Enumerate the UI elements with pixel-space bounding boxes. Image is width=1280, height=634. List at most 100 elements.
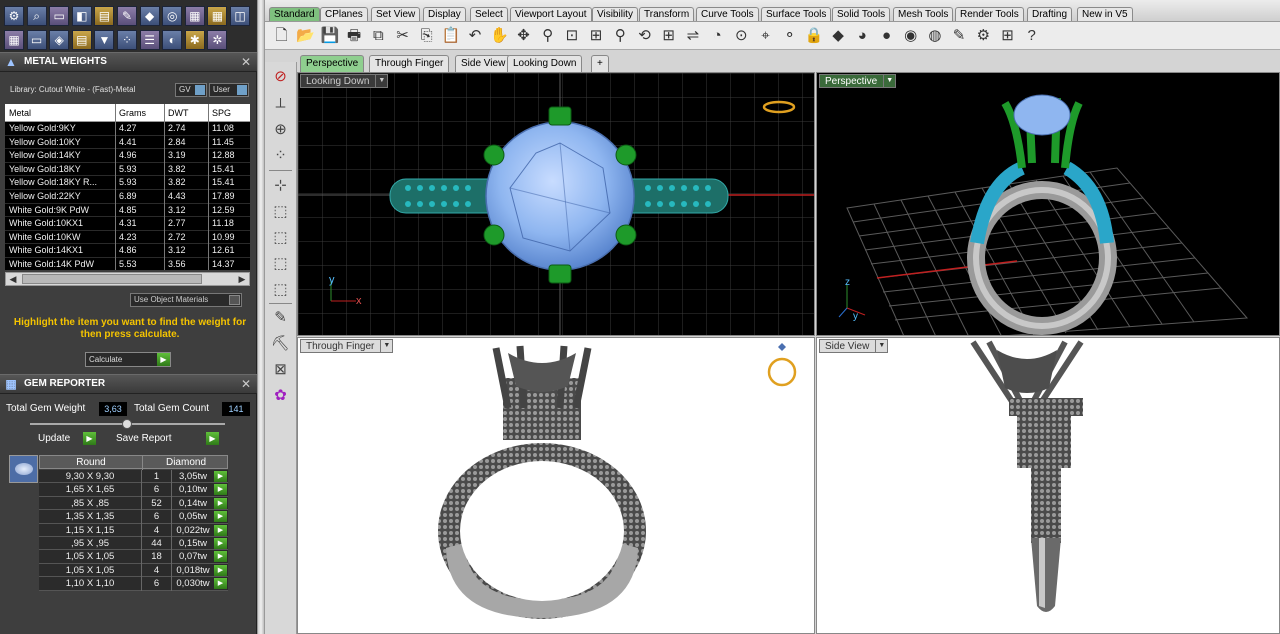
star2-icon[interactable]: ✲ — [207, 30, 228, 50]
star-icon[interactable]: ✱ — [184, 30, 205, 50]
play-icon[interactable]: ▶ — [214, 578, 227, 590]
zoom-window-icon[interactable]: ⊡ — [561, 25, 582, 46]
play-icon[interactable]: ▶ — [214, 497, 227, 509]
gem-row[interactable]: 1,10 X 1,10 6 0,030tw ▶ — [39, 577, 228, 591]
grid-icon[interactable]: ⊞ — [997, 25, 1018, 46]
settings-icon[interactable]: ⚙ — [973, 25, 994, 46]
stone-icon[interactable]: ◐ — [162, 30, 183, 50]
pan-icon[interactable]: ✋ — [489, 25, 510, 46]
toolbar-tab[interactable]: Surface Tools — [761, 7, 832, 21]
gem-row[interactable]: 1,35 X 1,35 6 0,05tw ▶ — [39, 510, 228, 524]
toolbar-tab[interactable]: Drafting — [1027, 7, 1073, 21]
play-icon[interactable]: ▶ — [157, 353, 170, 366]
zoom-selected-icon[interactable]: ⚲ — [610, 25, 631, 46]
ring-icon[interactable]: ◎ — [162, 6, 183, 26]
move-icon[interactable]: ✥ — [513, 25, 534, 46]
toolbar-tab[interactable]: Display — [423, 7, 466, 21]
toolbar-tab[interactable]: CPlanes — [320, 7, 368, 21]
gem-row[interactable]: ,95 X ,95 44 0,15tw ▶ — [39, 537, 228, 551]
scatter-icon[interactable]: ⁘ — [117, 30, 137, 50]
toolbar-tab[interactable]: New in V5 — [1077, 7, 1133, 21]
export-icon[interactable]: ⧉ — [368, 25, 389, 46]
viewport-label-looking-down[interactable]: Looking Down ▼ — [300, 74, 389, 88]
box2-icon[interactable]: ⬚ — [269, 227, 292, 249]
close-icon[interactable]: ✕ — [241, 375, 251, 393]
viewport-tab[interactable]: Side View — [455, 55, 512, 72]
search-icon[interactable]: ⌕ — [26, 6, 47, 26]
table-row[interactable]: Yellow Gold:18KY 5.93 3.82 15.41 — [5, 162, 250, 177]
grid-icon[interactable]: ▦ — [4, 30, 24, 50]
undo-icon[interactable]: ↶ — [465, 25, 486, 46]
pencil-icon[interactable]: ✎ — [949, 25, 970, 46]
axis-icon[interactable]: ⊹ — [269, 175, 292, 197]
play-icon[interactable]: ▶ — [214, 564, 227, 576]
table-row[interactable]: White Gold:10KX1 4.31 2.77 11.18 — [5, 217, 250, 231]
osnap-icon[interactable]: ⊙ — [731, 25, 752, 46]
table-row[interactable]: Yellow Gold:14KY 4.96 3.19 12.88 — [5, 149, 250, 163]
frame-icon[interactable]: ⊠ — [269, 359, 292, 381]
viewport-tab[interactable]: Perspective — [300, 55, 365, 72]
print-icon[interactable]: 🖶 — [344, 25, 365, 46]
dropdown-icon[interactable]: ▼ — [375, 75, 387, 87]
gem-row[interactable]: 1,65 X 1,65 6 0,10tw ▶ — [39, 483, 228, 497]
gem-shape-icon[interactable] — [9, 455, 38, 483]
edit-icon[interactable]: ✎ — [117, 6, 137, 26]
pane-icon[interactable]: ▭ — [26, 30, 47, 50]
play-icon[interactable]: ▶ — [214, 551, 227, 563]
box-icon[interactable]: ◧ — [71, 6, 92, 26]
viewport-tab[interactable]: Looking Down — [507, 55, 583, 72]
light-icon[interactable]: ⚬ — [779, 25, 800, 46]
layers2-icon[interactable]: ▤ — [71, 30, 92, 50]
toolbar-tab[interactable]: Transform — [639, 7, 695, 21]
table-row[interactable]: Yellow Gold:9KY 4.27 2.74 11.08 — [5, 122, 250, 136]
table-scrollbar[interactable]: ◀ ▶ — [5, 272, 250, 286]
use-object-materials-toggle[interactable]: Use Object Materials — [130, 293, 242, 307]
viewport-looking-down[interactable]: y x Looking Down ▼ — [297, 72, 815, 336]
help-icon[interactable]: ? — [1021, 25, 1042, 46]
scatter-icon[interactable]: ⁘ — [269, 145, 292, 167]
viewport-label-side-view[interactable]: Side View ▼ — [819, 339, 889, 353]
list-icon[interactable]: ☰ — [139, 30, 160, 50]
funnel-icon[interactable]: ▼ — [94, 30, 115, 50]
zoom-icon[interactable]: ⚲ — [537, 25, 558, 46]
cut-icon[interactable]: ✂ — [392, 25, 413, 46]
play-icon[interactable]: ▶ — [214, 484, 227, 496]
frame-icon[interactable]: ▦ — [207, 6, 228, 26]
viewport-tab[interactable]: Through Finger — [369, 55, 450, 72]
gem-row[interactable]: ,85 X ,85 52 0,14tw ▶ — [39, 496, 228, 511]
gem-row[interactable]: 1,15 X 1,15 4 0,022tw ▶ — [39, 523, 228, 537]
table-row[interactable]: White Gold:10KW 4.23 2.72 10.99 — [5, 230, 250, 245]
open-icon[interactable]: 📂 — [295, 25, 316, 46]
paste-icon[interactable]: 📋 — [440, 25, 461, 46]
toolbar-tab[interactable]: Viewport Layout — [510, 7, 592, 21]
add-viewport-icon[interactable]: + — [591, 55, 609, 72]
dropdown-icon[interactable]: ▼ — [380, 340, 392, 352]
gv-toggle[interactable]: GV — [175, 83, 207, 97]
gem-row[interactable]: 9,30 X 9,30 1 3,05tw ▶ — [39, 470, 228, 484]
table-row[interactable]: Yellow Gold:22KY 6.89 4.43 17.89 — [5, 190, 250, 204]
table-row[interactable]: Yellow Gold:10KY 4.41 2.84 11.45 — [5, 135, 250, 150]
layout-icon[interactable]: ⊞ — [658, 25, 679, 46]
viewport-perspective[interactable]: z y Perspective ▼ — [816, 72, 1280, 336]
viewport-side-view[interactable]: Side View ▼ — [816, 337, 1280, 634]
play-icon[interactable]: ▶ — [83, 432, 96, 445]
close-icon[interactable]: ✕ — [241, 53, 251, 71]
scroll-right-icon[interactable]: ▶ — [235, 273, 249, 285]
panel-divider[interactable] — [257, 0, 265, 634]
cube-icon[interactable]: ◆ — [139, 6, 160, 26]
play-icon[interactable]: ▶ — [214, 538, 227, 549]
toolbar-tab[interactable]: Render Tools — [955, 7, 1024, 21]
save-icon[interactable]: 💾 — [319, 25, 340, 46]
gear-icon[interactable]: ✿ — [269, 385, 292, 407]
sphere2-icon[interactable]: ◉ — [900, 25, 921, 46]
gem-row[interactable]: 1,05 X 1,05 4 0,018tw ▶ — [39, 563, 228, 578]
box-icon[interactable]: ⬚ — [269, 201, 292, 223]
play-icon[interactable]: ▶ — [214, 511, 227, 523]
toolbar-tab[interactable]: Curve Tools — [696, 7, 759, 21]
toolbar-tab[interactable]: Solid Tools — [832, 7, 891, 21]
table-row[interactable]: White Gold:14KX1 4.86 3.12 12.61 — [5, 244, 250, 258]
copy-icon[interactable]: ⎘ — [416, 25, 437, 46]
car-icon[interactable]: ⇌ — [682, 25, 703, 46]
color-icon[interactable]: ◕ — [852, 25, 873, 46]
viewport-label-perspective[interactable]: Perspective ▼ — [819, 74, 897, 88]
